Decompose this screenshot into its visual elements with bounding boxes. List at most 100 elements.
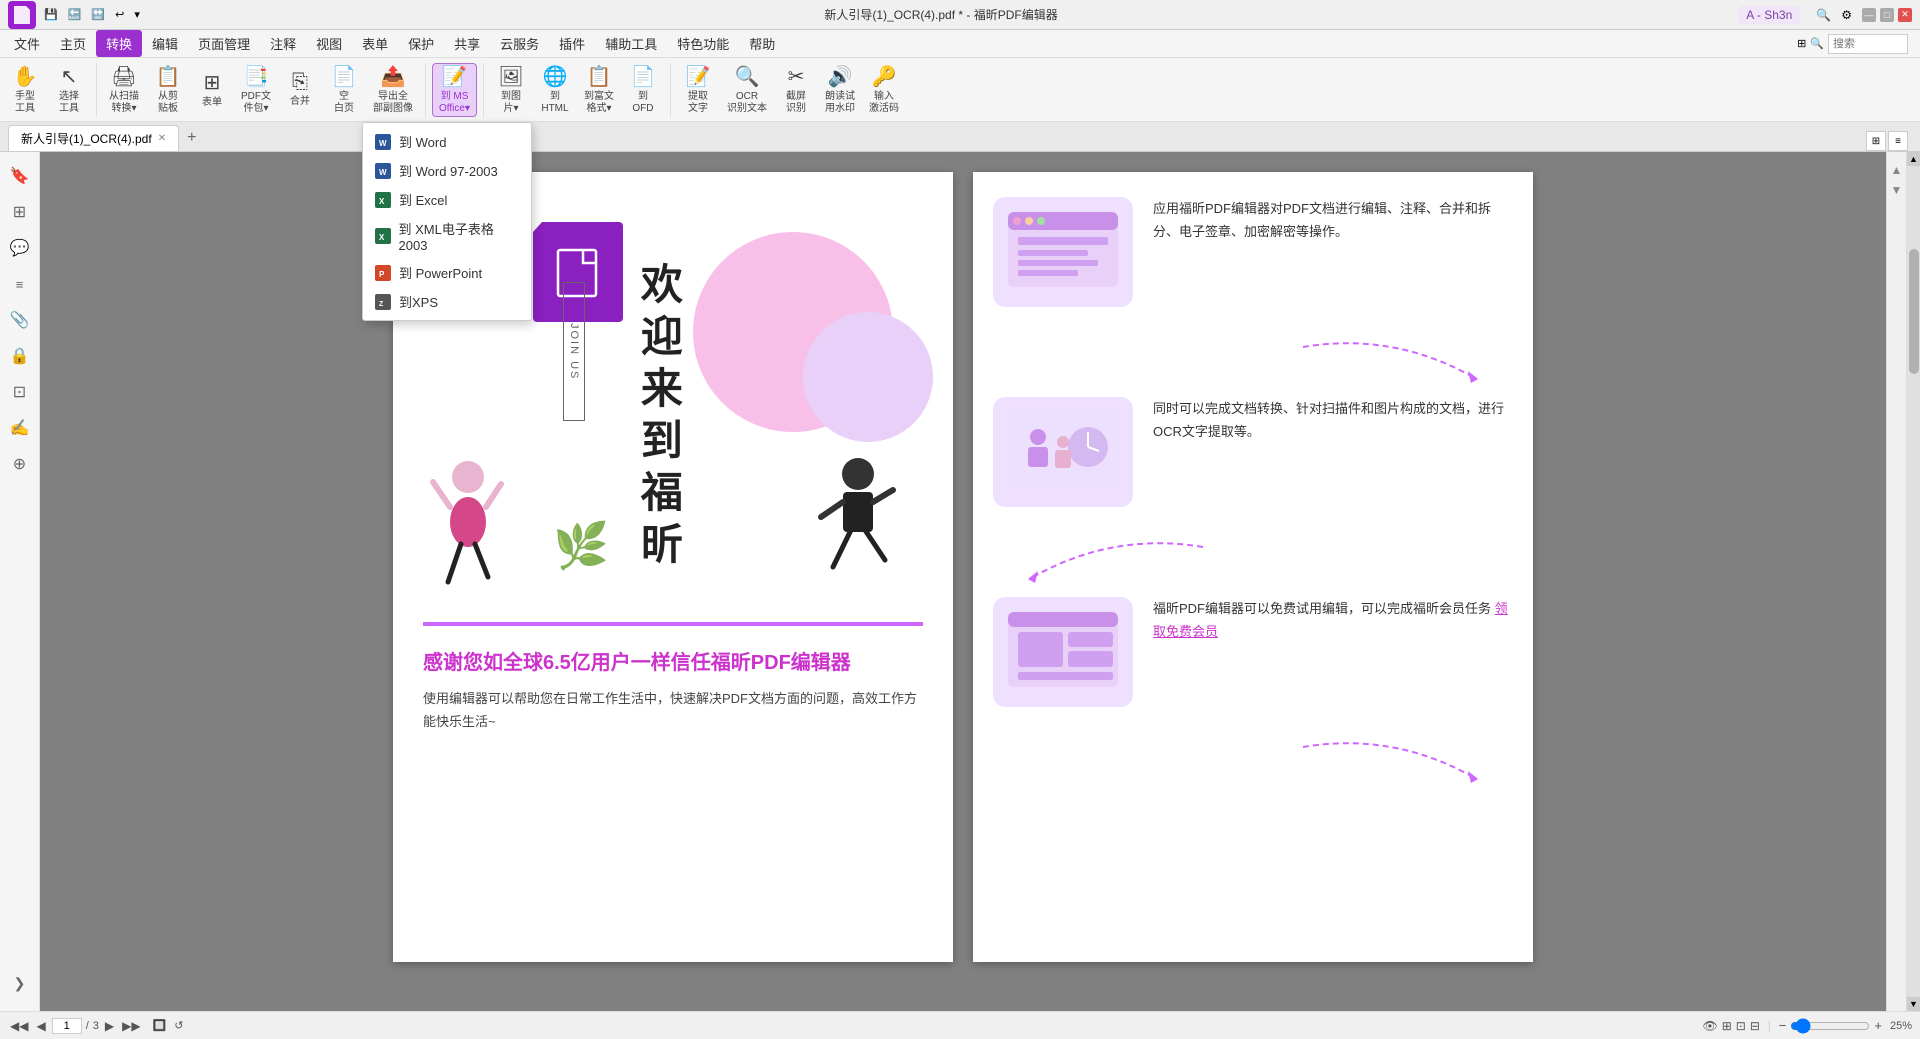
next-page-button[interactable]: ▶	[103, 1019, 116, 1033]
dropdown-to-xml-excel[interactable]: X 到 XML电子表格2003	[363, 214, 531, 258]
menu-cloud[interactable]: 云服务	[490, 30, 549, 57]
vertical-scrollbar[interactable]: ▲ ▼	[1906, 152, 1920, 1011]
fit-page-button[interactable]: 🔲	[151, 1019, 169, 1032]
view-icon-2[interactable]: ⊞	[1722, 1019, 1732, 1033]
to-ms-office-button[interactable]: 📝 到 MSOffice▾	[432, 63, 477, 117]
close-button[interactable]: ✕	[1898, 8, 1912, 22]
hand-tool-button[interactable]: ✋ 手型工具	[4, 63, 46, 117]
sidebar-attachments[interactable]: 📎	[4, 304, 36, 336]
rotate-button[interactable]: ↺	[172, 1019, 185, 1032]
prev-page-button[interactable]: ◀	[34, 1019, 47, 1033]
dropdown-to-word97[interactable]: W 到 Word 97-2003	[363, 156, 531, 185]
pdf-page-right: 应用福昕PDF编辑器对PDF文档进行编辑、注释、合并和拆分、电子签章、加密解密等…	[973, 172, 1533, 962]
select-tool-button[interactable]: ↖ 选择工具	[48, 63, 90, 117]
menu-form[interactable]: 表单	[352, 30, 398, 57]
sidebar-security[interactable]: 🔒	[4, 340, 36, 372]
menu-tools[interactable]: 辅助工具	[595, 30, 667, 57]
sidebar-sign[interactable]: ✍	[4, 412, 36, 444]
sidebar-comments[interactable]: 💬	[4, 232, 36, 264]
list-view-button[interactable]: ≡	[1888, 131, 1908, 151]
new-tab-button[interactable]: +	[179, 125, 204, 151]
rich-icon: 📋	[587, 64, 612, 89]
page-description: 使用编辑器可以帮助您在日常工作生活中，快速解决PDF文档方面的问题，高效工作方能…	[423, 687, 923, 734]
first-page-button[interactable]: ◀◀	[8, 1019, 30, 1033]
settings-icon[interactable]: ⚙	[1841, 8, 1852, 22]
menu-convert[interactable]: 转换	[96, 30, 142, 57]
activate-button[interactable]: 🔑 输入激活码	[863, 63, 905, 117]
zoom-out-button[interactable]: −	[1779, 1018, 1787, 1033]
to-rich-button[interactable]: 📋 到富文格式▾	[578, 63, 620, 117]
extract-text-button[interactable]: 📝 提取文字	[677, 63, 719, 117]
select-icon: ↖	[61, 64, 78, 89]
dropdown-to-powerpoint[interactable]: P 到 PowerPoint	[363, 258, 531, 287]
menu-share[interactable]: 共享	[444, 30, 490, 57]
grid-view-button[interactable]: ⊞	[1866, 131, 1886, 151]
dropdown-to-xps[interactable]: Z 到XPS	[363, 287, 531, 316]
zoom-in-button[interactable]: +	[1874, 1018, 1882, 1033]
menu-view[interactable]: 视图	[306, 30, 352, 57]
sidebar-expand-button[interactable]: ❯	[4, 967, 36, 999]
tab-pdf[interactable]: 新人引导(1)_OCR(4).pdf ✕	[8, 125, 179, 151]
tab-close-icon[interactable]: ✕	[158, 133, 166, 144]
page-navigation: ◀◀ ◀ / 3 ▶ ▶▶ 🔲 ↺	[8, 1018, 186, 1034]
menu-protect[interactable]: 保护	[398, 30, 444, 57]
menu-help[interactable]: 帮助	[739, 30, 785, 57]
dropdown-to-excel[interactable]: X 到 Excel	[363, 185, 531, 214]
scan-convert-button[interactable]: 🖨 从扫描转换▾	[103, 63, 145, 117]
to-image-button[interactable]: 🖼 到图片▾	[490, 63, 532, 117]
read-aloud-button[interactable]: 🔊 朗读试用水印	[819, 63, 861, 117]
text-tools-group: 📝 提取文字 🔍 OCR识别文本 ✂ 截屏识别 🔊 朗读试用水印 🔑 输入激活码	[677, 63, 911, 117]
scroll-track[interactable]	[1907, 166, 1920, 997]
feature-text-1: 应用福昕PDF编辑器对PDF文档进行编辑、注释、合并和拆分、电子签章、加密解密等…	[1153, 197, 1513, 244]
sidebar-pages[interactable]: ⊞	[4, 196, 36, 228]
screenshot-icon: ✂	[788, 64, 805, 89]
current-page-input[interactable]	[52, 1018, 82, 1034]
zoom-slider[interactable]	[1790, 1018, 1870, 1034]
table-icon: ⊞	[204, 70, 221, 95]
dropdown-to-word[interactable]: W 到 Word	[363, 127, 531, 156]
scroll-thumb[interactable]	[1909, 249, 1919, 374]
screenshot-button[interactable]: ✂ 截屏识别	[775, 63, 817, 117]
feature-item-1: 应用福昕PDF编辑器对PDF文档进行编辑、注释、合并和拆分、电子签章、加密解密等…	[993, 197, 1513, 307]
sidebar-forms[interactable]: ⊡	[4, 376, 36, 408]
view-icon-3[interactable]: ⊡	[1736, 1019, 1746, 1033]
xps-icon: Z	[375, 294, 391, 310]
menu-features[interactable]: 特色功能	[667, 30, 739, 57]
scroll-down-button[interactable]: ▼	[1907, 997, 1920, 1011]
scroll-up-button[interactable]: ▲	[1907, 152, 1920, 166]
last-page-button[interactable]: ▶▶	[120, 1019, 142, 1033]
page-bottom-content: 感谢您如全球6.5亿用户一样信任福昕PDF编辑器 使用编辑器可以帮助您在日常工作…	[393, 626, 953, 754]
search-field[interactable]	[1828, 34, 1908, 54]
menu-plugin[interactable]: 插件	[549, 30, 595, 57]
table-button[interactable]: ⊞ 表单	[191, 63, 233, 117]
sidebar-layers[interactable]: ≡	[4, 268, 36, 300]
blank-page-button[interactable]: 📄 空白页	[323, 63, 365, 117]
sidebar-more[interactable]: ⊕	[4, 448, 36, 480]
sidebar-bookmark[interactable]: 🔖	[4, 160, 36, 192]
export-button[interactable]: 📤 导出全部副图像	[367, 63, 419, 117]
layout-icon[interactable]: ⊞	[1797, 37, 1806, 50]
view-icon-4[interactable]: ⊟	[1750, 1019, 1760, 1033]
to-html-button[interactable]: 🌐 到HTML	[534, 63, 576, 117]
blank-page-icon: 📄	[332, 64, 357, 89]
menu-file[interactable]: 文件	[4, 30, 50, 57]
menu-edit[interactable]: 编辑	[142, 30, 188, 57]
search-icon[interactable]: 🔍	[1816, 8, 1831, 22]
merge-button[interactable]: ⎘ 合并	[279, 63, 321, 117]
page-separator: /	[86, 1020, 89, 1032]
to-ofd-button[interactable]: 📄 到OFD	[622, 63, 664, 117]
svg-text:X: X	[379, 197, 385, 205]
view-icon-1[interactable]: 👁	[1703, 1019, 1718, 1033]
menu-home[interactable]: 主页	[50, 30, 96, 57]
pdf-package-button[interactable]: 📑 PDF文件包▾	[235, 63, 277, 117]
menu-page-org[interactable]: 页面管理	[188, 30, 260, 57]
menu-comment[interactable]: 注释	[260, 30, 306, 57]
account-badge[interactable]: A - Sh3n	[1738, 6, 1800, 24]
ocr-button[interactable]: 🔍 OCR识别文本	[721, 63, 773, 117]
minimize-button[interactable]: —	[1862, 8, 1876, 22]
search-menu-icon[interactable]: 🔍	[1810, 37, 1824, 50]
clipboard-button[interactable]: 📋 从剪贴板	[147, 63, 189, 117]
clipboard-icon: 📋	[156, 64, 181, 89]
ms-office-dropdown: W 到 Word W 到 Word 97-2003 X 到 Excel X 到 …	[362, 122, 532, 321]
maximize-button[interactable]: □	[1880, 8, 1894, 22]
